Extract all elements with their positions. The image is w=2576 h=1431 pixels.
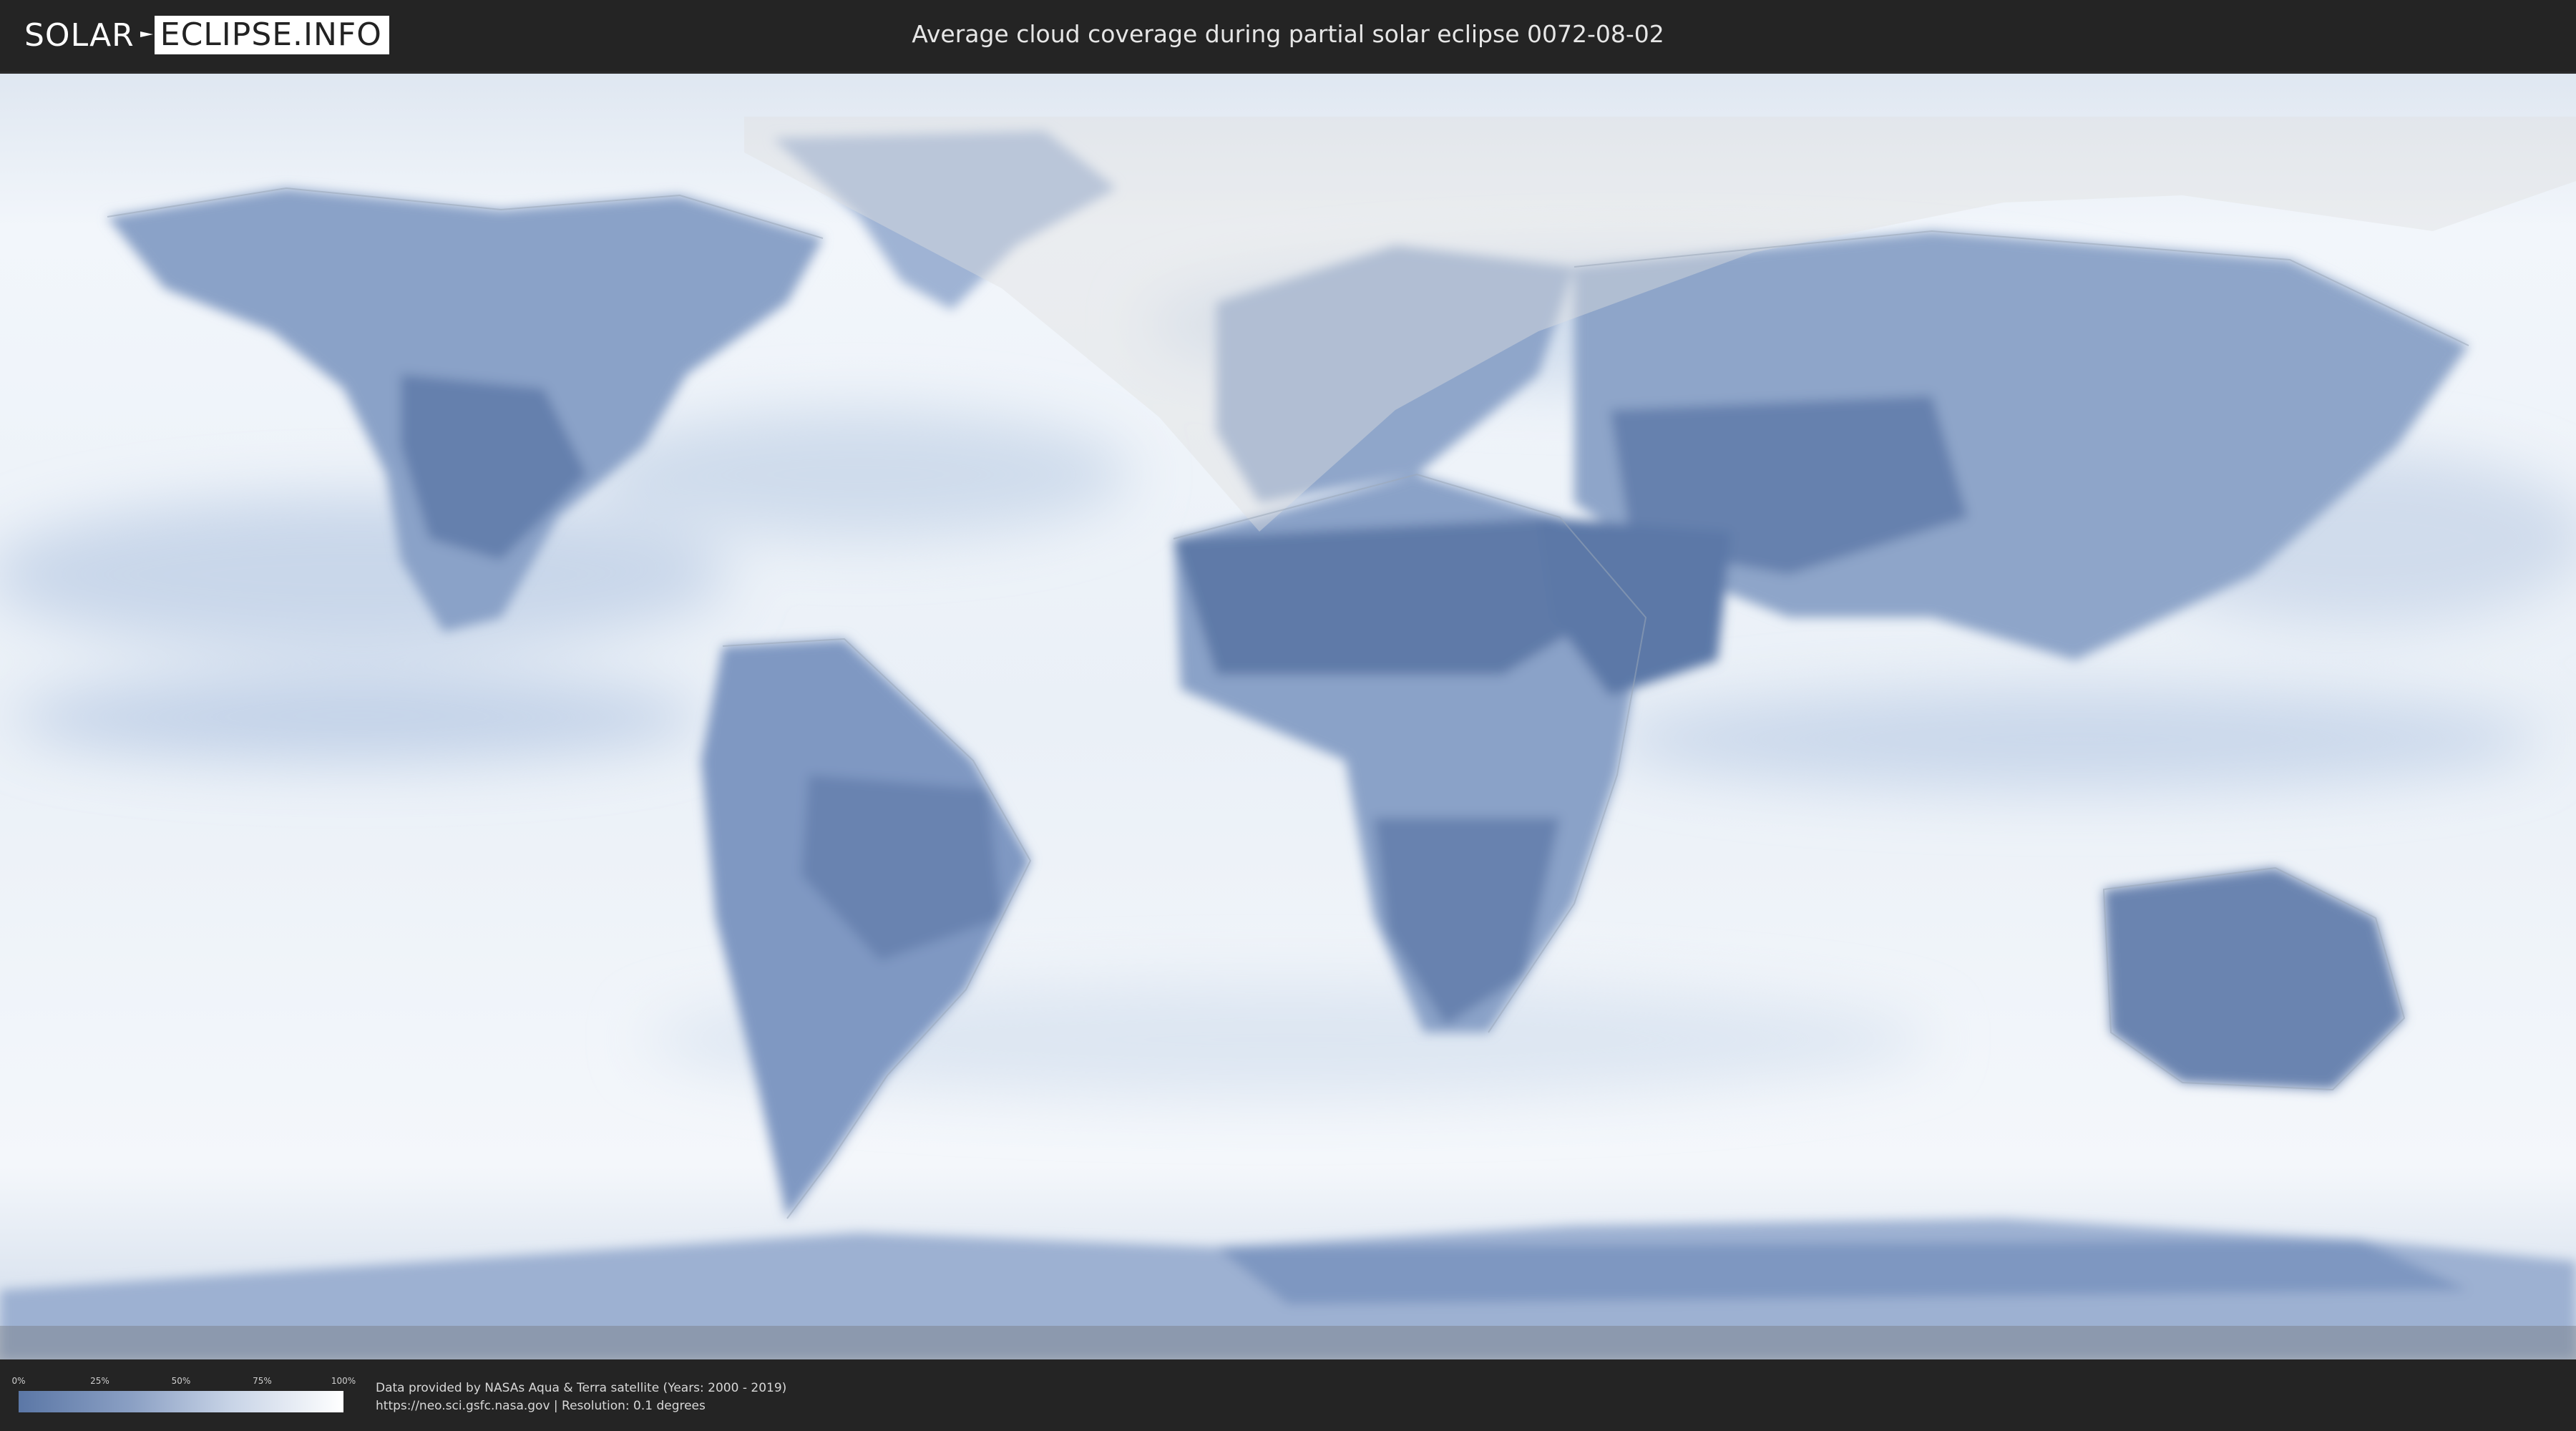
legend-tick-25: 25% bbox=[90, 1376, 109, 1386]
legend-tick-100: 100% bbox=[331, 1376, 356, 1386]
top-bar: SOLAR ECLIPSE.INFO Average cloud coverag… bbox=[0, 0, 2576, 72]
data-source-info: Data provided by NASAs Aqua & Terra sate… bbox=[376, 1379, 786, 1415]
cloud-coverage-legend-bar bbox=[19, 1391, 343, 1412]
legend-tick-50: 50% bbox=[171, 1376, 191, 1386]
legend-tick-0: 0% bbox=[11, 1376, 26, 1386]
source-line: Data provided by NASAs Aqua & Terra sate… bbox=[376, 1381, 787, 1395]
legend-tick-labels: 0% 25% 50% 75% 100% bbox=[11, 1376, 356, 1387]
sahara-dry bbox=[1174, 517, 1596, 675]
cloud-coverage-map[interactable] bbox=[0, 74, 2576, 1359]
map-bottom-edge bbox=[0, 1326, 2576, 1359]
url-resolution-line[interactable]: https://neo.sci.gsfc.nasa.gov | Resoluti… bbox=[376, 1397, 786, 1415]
legend-tick-75: 75% bbox=[253, 1376, 272, 1386]
page-title: Average cloud coverage during partial so… bbox=[912, 20, 1664, 48]
map-frame bbox=[0, 74, 2576, 1359]
